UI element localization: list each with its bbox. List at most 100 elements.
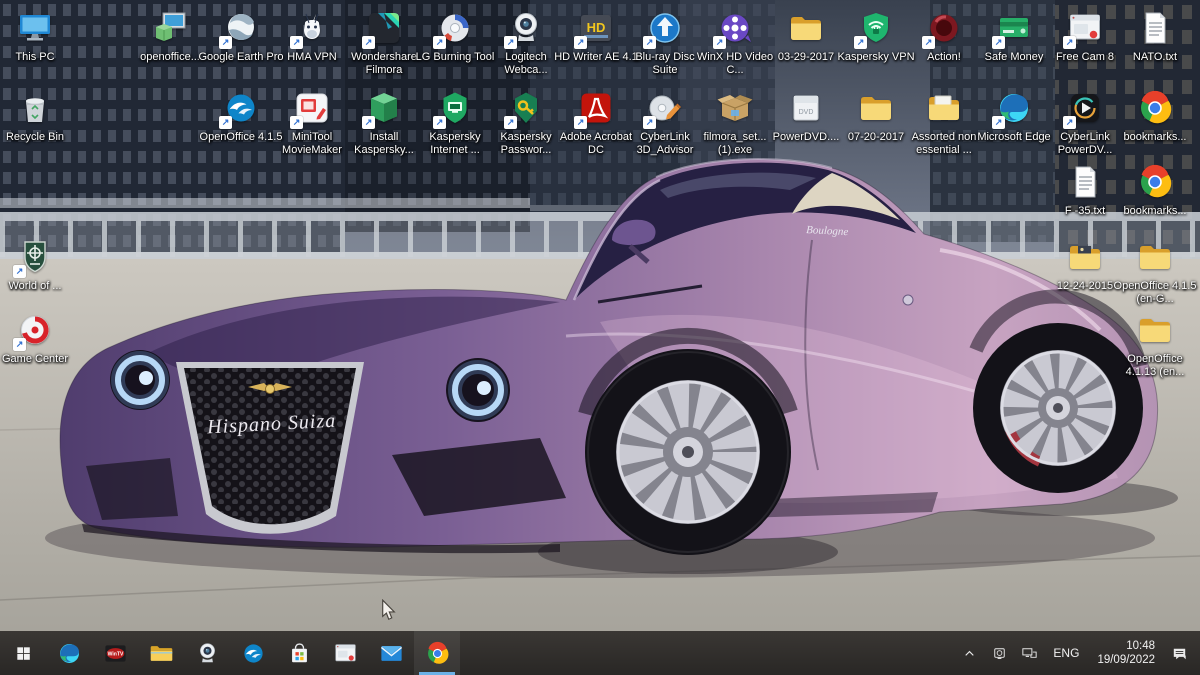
desktop-icon-label: Safe Money [985,51,1044,64]
openoffice-icon [240,640,267,667]
taskbar-free-cam-button[interactable] [322,631,368,675]
taskbar-file-explorer-button[interactable] [138,631,184,675]
clock-time: 10:48 [1097,639,1155,653]
desktop-icon-recycle-bin[interactable]: Recycle Bin [0,88,79,144]
google-earth-icon: ↗ [221,8,261,48]
filmora-icon: ↗ [364,8,404,48]
shortcut-arrow-overlay: ↗ [992,116,1005,129]
taskbar-app-buttons: WinTV [0,631,460,675]
start-icon [14,644,33,663]
tray-network-icon[interactable] [1014,631,1044,675]
tray-chevron-up-icon[interactable] [954,631,984,675]
shortcut-arrow-overlay: ↗ [574,116,587,129]
shortcut-arrow-overlay: ↗ [922,36,935,49]
chrome-file-icon [1135,162,1175,202]
desktop-icon-nato-txt[interactable]: NATO.txt [1111,8,1199,64]
edge-icon [56,640,83,667]
desktop-icon-world-of[interactable]: ↗ World of ... [0,237,79,293]
desktop-icon-label: 12-24-2015 [1057,280,1113,293]
kaspersky-internet-icon: ↗ [435,88,475,128]
free-cam-icon: ↗ [1065,8,1105,48]
taskbar-openoffice-button[interactable] [230,631,276,675]
svg-text:DVD: DVD [799,109,814,116]
folder-icon [1135,310,1175,350]
shortcut-arrow-overlay: ↗ [219,36,232,49]
shortcut-arrow-overlay: ↗ [1063,36,1076,49]
desktop-icon-this-pc[interactable]: This PC [0,8,79,64]
desktop-icon-label: OpenOffice 4.1.13 (en... [1112,353,1198,379]
folder-icon [786,8,826,48]
world-of-icon: ↗ [15,237,55,277]
taskbar-start-button[interactable] [0,631,46,675]
file-explorer-icon [148,640,175,667]
desktop-icon-label: 03-29-2017 [778,51,834,64]
game-center-icon: ↗ [15,310,55,350]
taskbar-edge-button[interactable] [46,631,92,675]
shortcut-arrow-overlay: ↗ [854,36,867,49]
shortcut-arrow-overlay: ↗ [290,116,303,129]
action-icon: ↗ [924,8,964,48]
desktop-icon-game-center[interactable]: ↗Game Center [0,310,79,366]
desktop-icon-bookmarks[interactable]: bookmarks... [1111,88,1199,144]
taskbar: WinTV ENG 10:48 19/09/2022 [0,631,1200,675]
this-pc-icon [15,8,55,48]
desktop-icon-label: F -35.txt [1065,205,1105,218]
taskbar-chrome-button[interactable] [414,631,460,675]
kaspersky-vpn-icon: ↗ [856,8,896,48]
taskbar-logitech-webcam-button[interactable] [184,631,230,675]
desktop-icon-openoffice-4-1-13-en[interactable]: OpenOffice 4.1.13 (en... [1111,310,1199,379]
desktop-icon-label: NATO.txt [1133,51,1177,64]
taskbar-microsoft-store-button[interactable] [276,631,322,675]
desktop-icon-label: This PC [15,51,54,64]
installer-icon [150,8,190,48]
hd-writer-icon: HD↗ [576,8,616,48]
desktop-icon-label: bookmarks... [1124,205,1187,218]
shortcut-arrow-overlay: ↗ [362,36,375,49]
shortcut-arrow-overlay: ↗ [643,36,656,49]
bluray-icon: ↗ [645,8,685,48]
language-indicator[interactable]: ENG [1044,646,1088,660]
desktop-icon-label: Action! [927,51,961,64]
shortcut-arrow-overlay: ↗ [362,116,375,129]
openoffice-icon: ↗ [221,88,261,128]
lg-burning-icon: ↗ [435,8,475,48]
hma-vpn-icon: ↗ [292,8,332,48]
desktop-icon-bookmarks[interactable]: bookmarks... [1111,162,1199,218]
svg-text:HD: HD [587,20,606,35]
winx-icon: ↗ [715,8,755,48]
tray-device-icon[interactable] [984,631,1014,675]
desktop-icon-label: OpenOffice 4.1.5 (en-G... [1112,280,1198,306]
taskbar-mail-button[interactable] [368,631,414,675]
free-cam-icon [332,640,359,667]
shortcut-arrow-overlay: ↗ [1063,116,1076,129]
shortcut-arrow-overlay: ↗ [219,116,232,129]
folder-photo-icon [1065,237,1105,277]
desktop-icon-label: PowerDVD.... [773,131,840,144]
desktop-icon-label: Microsoft Edge [977,131,1050,144]
clock-date: 19/09/2022 [1097,653,1155,667]
powerdvd-box-icon: DVD [786,88,826,128]
safe-money-icon: ↗ [994,8,1034,48]
txt-icon [1135,8,1175,48]
shortcut-arrow-overlay: ↗ [574,36,587,49]
folder-full-icon [924,88,964,128]
desktop-icon-label: Recycle Bin [6,131,64,144]
desktop-icon-label: openoffice... [140,51,200,64]
clock[interactable]: 10:48 19/09/2022 [1088,639,1164,667]
desktop-icon-label: 07-20-2017 [848,131,904,144]
taskbar-wintv-button[interactable]: WinTV [92,631,138,675]
logitech-icon: ↗ [506,8,546,48]
desktop-icon-openoffice-4-1-5-en-g[interactable]: OpenOffice 4.1.5 (en-G... [1111,237,1199,306]
desktop-icon-label: World of ... [9,280,62,293]
shortcut-arrow-overlay: ↗ [433,36,446,49]
shortcut-arrow-overlay: ↗ [290,36,303,49]
folder-icon [1135,237,1175,277]
mail-icon [378,640,405,667]
shortcut-arrow-overlay: ↗ [992,36,1005,49]
wintv-icon: WinTV [102,640,129,667]
powerdvd-app-icon: ↗ [1065,88,1105,128]
kaspersky-password-icon: ↗ [506,88,546,128]
action-center-button[interactable] [1164,631,1194,675]
txt-icon [1065,162,1105,202]
shortcut-arrow-overlay: ↗ [13,265,26,278]
